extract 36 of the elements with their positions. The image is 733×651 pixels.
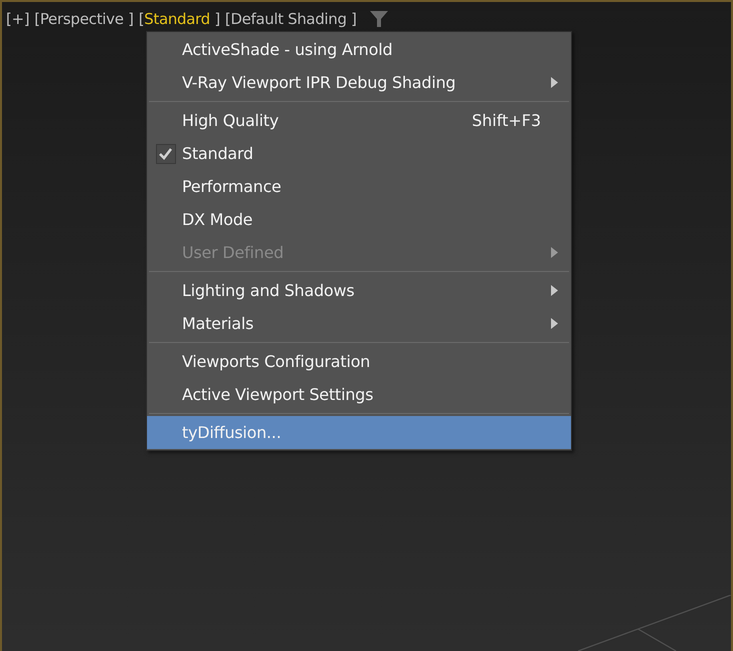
bracket-text: ] [127, 10, 134, 28]
menu-item-label: Active Viewport Settings [182, 385, 374, 404]
menu-item-label: Standard [182, 144, 254, 163]
menu-item[interactable]: Active Viewport Settings [147, 378, 571, 411]
menu-item[interactable]: ActiveShade - using Arnold [147, 33, 571, 66]
viewport-label[interactable]: Perspective [40, 10, 124, 28]
bracket-text: ] [213, 10, 220, 28]
menu-item[interactable]: High Quality Shift+F3 [147, 104, 571, 137]
bracket-text: [ [6, 10, 12, 28]
menu-item-label: Viewports Configuration [182, 352, 372, 371]
menu-item[interactable]: Standard [147, 137, 571, 170]
menu-item-label: High Quality [182, 111, 280, 130]
menu-item[interactable]: DX Mode [147, 203, 571, 236]
menu-item-label: V-Ray Viewport IPR Debug Shading [182, 73, 457, 92]
viewport-label[interactable]: Default Shading [230, 10, 347, 28]
bracket-text: ] [24, 10, 30, 28]
menu-item-label: User Defined [182, 243, 285, 262]
bracket-text: [ [225, 10, 231, 28]
bracket-text: ] [350, 10, 357, 28]
bracket-text: [ [34, 10, 40, 28]
menu-item-label: Performance [182, 177, 282, 196]
menu-item-label: ActiveShade - using Arnold [182, 40, 394, 59]
menu-item-label: DX Mode [182, 210, 254, 229]
menu-item[interactable]: Viewports Configuration [147, 345, 571, 378]
menu-item-label: Lighting and Shadows [182, 281, 356, 300]
menu-item[interactable]: Performance [147, 170, 571, 203]
menu-item[interactable]: V-Ray Viewport IPR Debug Shading [147, 66, 571, 99]
bracket-text: [ [138, 10, 144, 28]
menu-item[interactable]: Lighting and Shadows [147, 274, 571, 307]
menu-item-label: Materials [182, 314, 255, 333]
viewport-label[interactable]: + [12, 10, 24, 28]
viewport-label[interactable]: Standard [144, 10, 210, 28]
filter-icon[interactable] [370, 11, 388, 27]
menu-item-label: tyDiffusion... [182, 423, 282, 442]
menu-item[interactable]: Materials [147, 307, 571, 340]
shortcut-label: Shift+F3 [472, 111, 541, 130]
